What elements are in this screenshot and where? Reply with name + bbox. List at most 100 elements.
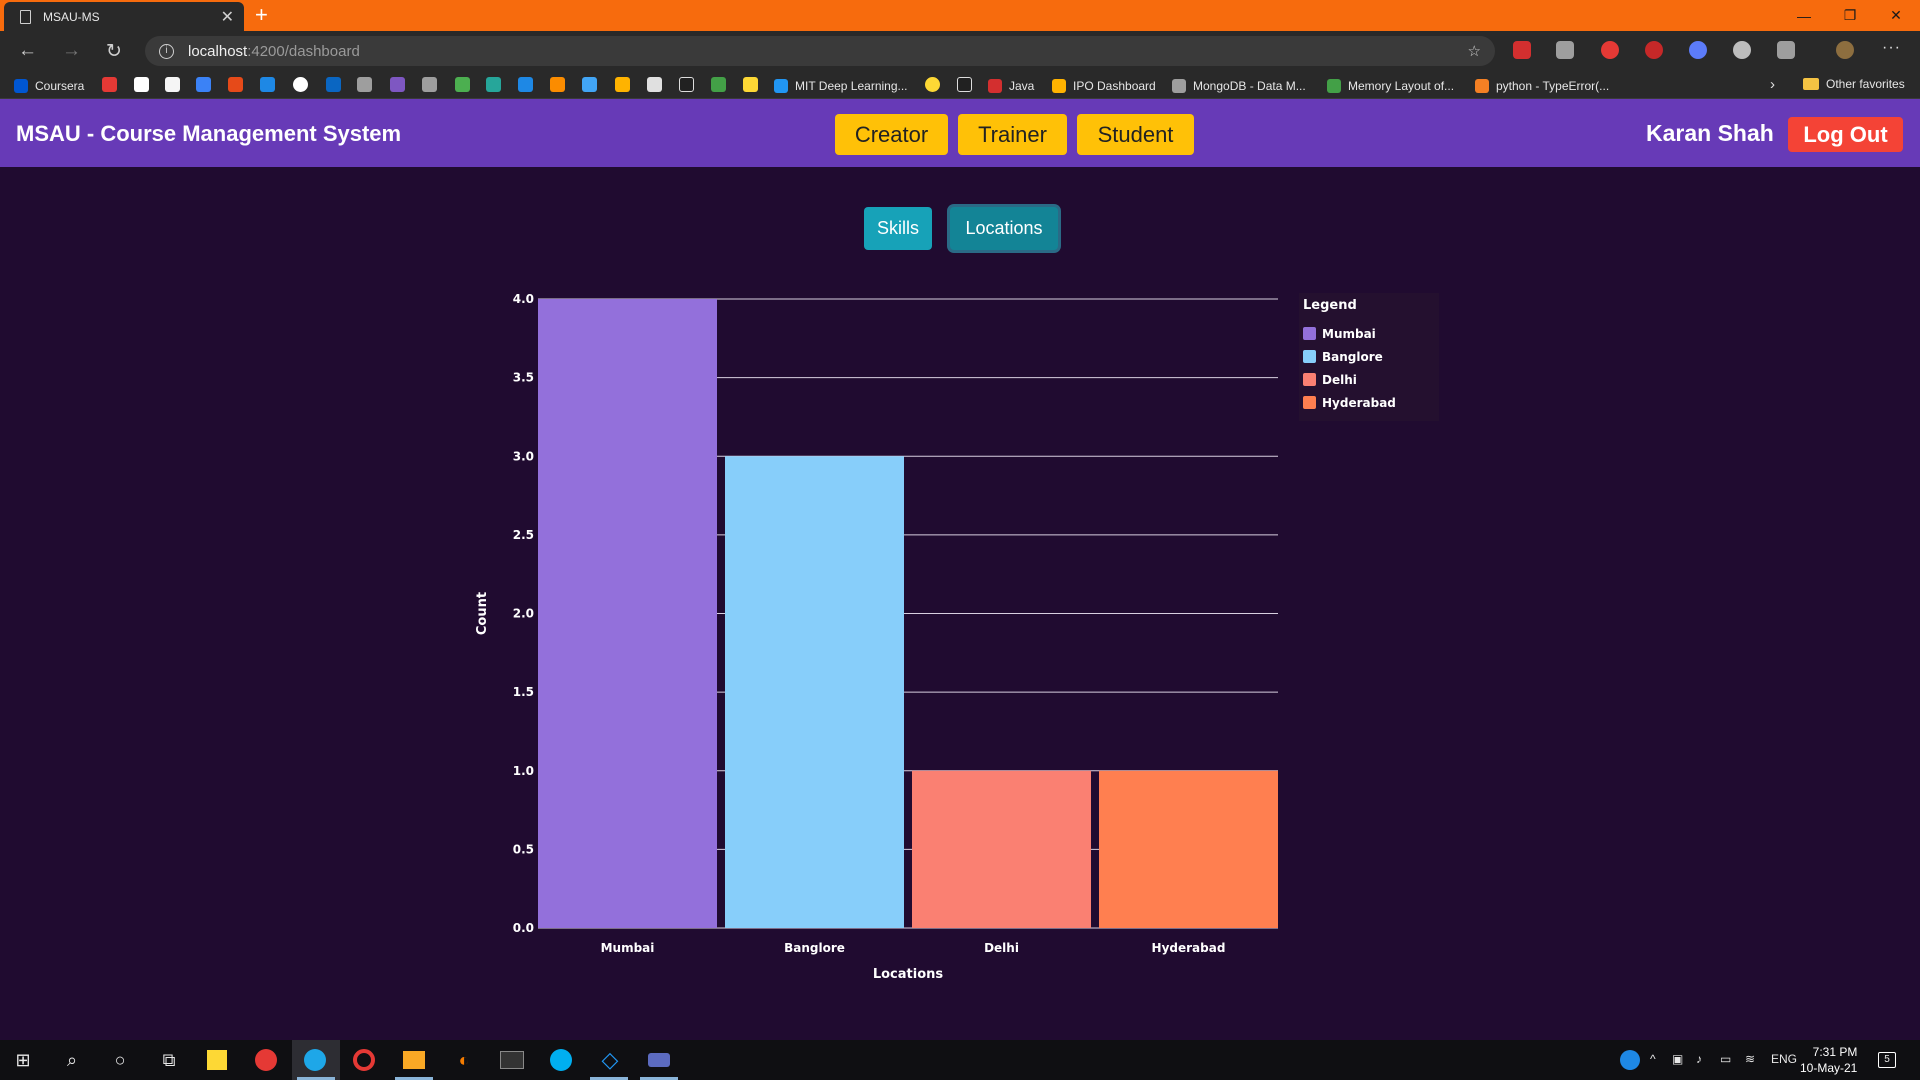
trainer-button[interactable]: Trainer [958, 114, 1067, 155]
close-window-icon[interactable]: ✕ [1874, 0, 1918, 31]
bookmark-icon[interactable] [422, 77, 437, 92]
bookmark-icon[interactable] [647, 77, 662, 92]
y-tick-label: 2.5 [513, 528, 534, 542]
bookmark-item[interactable]: python - TypeError(... [1475, 77, 1609, 94]
forward-icon[interactable]: → [62, 40, 81, 62]
eclipse-icon[interactable]: ◐ [452, 1048, 476, 1072]
youtube-icon[interactable] [102, 77, 117, 92]
y-tick-label: 2.0 [513, 607, 534, 621]
linkedin-icon[interactable] [326, 77, 341, 92]
restore-icon[interactable]: ❐ [1828, 0, 1872, 31]
bookmark-icon[interactable] [582, 77, 597, 92]
y-axis-label: Count [475, 592, 490, 635]
bookmark-icon[interactable] [925, 77, 940, 92]
bookmark-label: python - TypeError(... [1496, 78, 1610, 93]
file-explorer-icon[interactable] [403, 1051, 425, 1069]
browser-tab[interactable]: MSAU-MS ✕ [4, 2, 244, 31]
collections-icon[interactable] [1777, 41, 1795, 59]
volume-icon[interactable]: ♪ [1696, 1052, 1702, 1066]
minimize-icon[interactable]: — [1782, 0, 1826, 31]
extension-icon[interactable] [1601, 41, 1619, 59]
bookmark-icon[interactable] [743, 77, 758, 92]
back-icon[interactable]: ← [18, 40, 37, 62]
bookmark-icon[interactable] [957, 77, 972, 92]
task-view-icon[interactable]: ⧉ [157, 1048, 181, 1072]
notifications-icon[interactable]: 5 [1878, 1052, 1896, 1068]
bookmark-icon[interactable] [711, 77, 726, 92]
bookmark-icon[interactable] [550, 77, 565, 92]
address-bar[interactable]: i localhost:4200/dashboard ☆ [145, 36, 1495, 66]
bookmark-item[interactable]: Memory Layout of... [1327, 77, 1454, 94]
y-tick-label: 3.0 [513, 449, 534, 463]
bookmark-icon[interactable] [486, 77, 501, 92]
amazon-icon[interactable] [165, 77, 180, 92]
search-icon[interactable]: ⌕ [60, 1048, 84, 1072]
legend-swatch [1303, 373, 1316, 386]
bookmark-icon[interactable] [615, 77, 630, 92]
skype-icon[interactable] [550, 1049, 572, 1071]
bookmark-label: IPO Dashboard [1073, 78, 1156, 93]
bookmark-item[interactable]: Java [988, 77, 1034, 94]
locations-tab-button[interactable]: Locations [950, 207, 1058, 250]
reload-icon[interactable]: ↻ [106, 40, 122, 63]
bookmark-icon[interactable] [679, 77, 694, 92]
edge-icon[interactable] [304, 1049, 326, 1071]
gmail-icon[interactable] [134, 77, 149, 92]
mit-icon [774, 78, 788, 93]
clock-time: 7:31 PM [1812, 1045, 1858, 1059]
bookmark-icon[interactable] [518, 77, 533, 92]
creator-button[interactable]: Creator [835, 114, 948, 155]
add-favorite-icon[interactable]: ☆ [1468, 42, 1481, 60]
url-path: :4200/dashboard [247, 42, 360, 60]
bar-mumbai[interactable] [538, 299, 717, 928]
extension-icon[interactable] [1513, 41, 1531, 59]
battery-icon[interactable]: ▭ [1720, 1052, 1731, 1066]
terminal-icon[interactable] [500, 1051, 524, 1069]
new-tab-icon[interactable]: + [255, 2, 268, 28]
close-tab-icon[interactable]: ✕ [221, 7, 234, 27]
bookmark-icon[interactable] [196, 77, 211, 92]
legend-swatch [1303, 396, 1316, 409]
bookmark-label: Memory Layout of... [1348, 78, 1455, 93]
network-device-icon[interactable]: ▣ [1672, 1052, 1683, 1066]
app-icon[interactable] [648, 1053, 670, 1067]
language-indicator[interactable]: ENG [1771, 1052, 1797, 1066]
windows-start-icon[interactable]: ⊞ [11, 1048, 35, 1072]
bookmark-item[interactable]: Coursera [14, 77, 84, 94]
y-tick-label: 4.0 [513, 292, 534, 306]
bookmark-icon[interactable] [228, 77, 243, 92]
github-icon[interactable] [293, 77, 308, 92]
bar-banglore[interactable] [725, 456, 904, 928]
vscode-icon[interactable]: ◇ [598, 1047, 622, 1072]
profile-avatar[interactable] [1836, 41, 1854, 59]
bar-hyderabad[interactable] [1099, 770, 1278, 928]
clock[interactable]: 7:31 PM 10-May-21 [1800, 1044, 1857, 1076]
help-icon[interactable] [1620, 1050, 1640, 1070]
opera-icon[interactable] [353, 1049, 375, 1071]
extension-icon[interactable] [1556, 41, 1574, 59]
other-favorites-folder[interactable]: Other favorites [1803, 77, 1905, 91]
wifi-icon[interactable]: ≋ [1745, 1052, 1755, 1066]
bar-delhi[interactable] [912, 770, 1091, 928]
extension-icon[interactable] [1733, 41, 1751, 59]
chevron-up-icon[interactable]: ^ [1650, 1052, 1656, 1066]
extension-icon[interactable] [1689, 41, 1707, 59]
legend-title: Legend [1303, 298, 1357, 313]
bookmark-item[interactable]: IPO Dashboard [1052, 77, 1156, 94]
bookmark-icon[interactable] [455, 77, 470, 92]
bookmark-icon[interactable] [357, 77, 372, 92]
sticky-notes-icon[interactable] [207, 1050, 227, 1070]
bookmark-item[interactable]: MongoDB - Data M... [1172, 77, 1306, 94]
bookmark-item[interactable]: MIT Deep Learning... [774, 77, 908, 94]
bookmark-icon[interactable] [260, 77, 275, 92]
extension-icon[interactable] [1645, 41, 1663, 59]
cortana-icon[interactable]: ○ [108, 1048, 132, 1072]
bookmark-icon[interactable] [390, 77, 405, 92]
more-options-icon[interactable]: ··· [1882, 39, 1901, 57]
skills-tab-button[interactable]: Skills [864, 207, 932, 250]
site-info-icon[interactable]: i [159, 43, 174, 59]
chrome-icon[interactable] [255, 1049, 277, 1071]
chevron-right-icon[interactable]: › [1770, 76, 1775, 93]
student-button[interactable]: Student [1077, 114, 1194, 155]
logout-button[interactable]: Log Out [1788, 117, 1903, 152]
